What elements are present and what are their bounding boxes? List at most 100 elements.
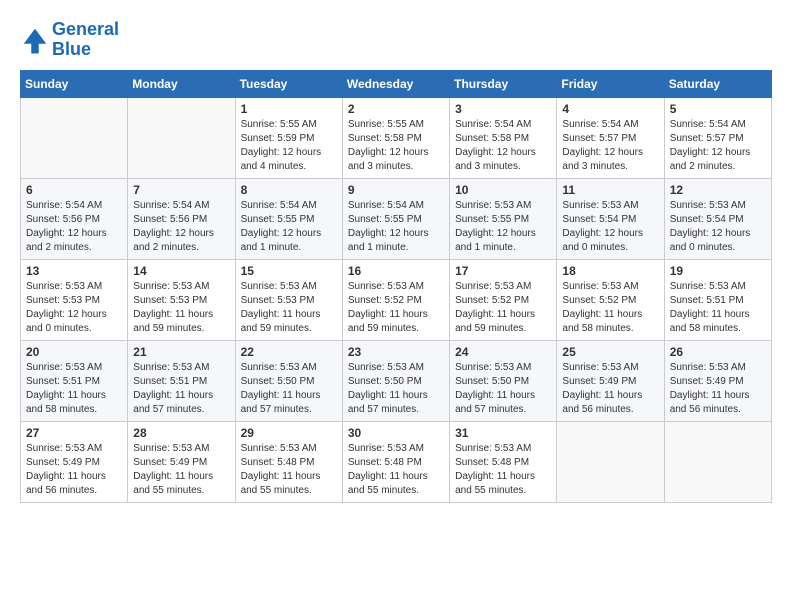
sunrise-text: Sunrise: 5:53 AM (26, 280, 122, 294)
daylight-text: Daylight: 12 hours and 3 minutes. (348, 146, 444, 174)
calendar-cell (664, 421, 771, 502)
cell-content: Sunrise: 5:55 AM Sunset: 5:58 PM Dayligh… (348, 118, 444, 174)
daylight-text: Daylight: 12 hours and 1 minute. (241, 227, 337, 255)
sunset-text: Sunset: 5:54 PM (562, 213, 658, 227)
calendar-cell: 24 Sunrise: 5:53 AM Sunset: 5:50 PM Dayl… (450, 340, 557, 421)
calendar-cell: 9 Sunrise: 5:54 AM Sunset: 5:55 PM Dayli… (342, 178, 449, 259)
sunset-text: Sunset: 5:57 PM (562, 132, 658, 146)
sunrise-text: Sunrise: 5:53 AM (241, 280, 337, 294)
daylight-text: Daylight: 11 hours and 59 minutes. (348, 308, 444, 336)
calendar-cell: 20 Sunrise: 5:53 AM Sunset: 5:51 PM Dayl… (21, 340, 128, 421)
day-number: 8 (241, 183, 337, 197)
cell-content: Sunrise: 5:53 AM Sunset: 5:51 PM Dayligh… (670, 280, 766, 336)
calendar-cell: 30 Sunrise: 5:53 AM Sunset: 5:48 PM Dayl… (342, 421, 449, 502)
daylight-text: Daylight: 11 hours and 55 minutes. (241, 470, 337, 498)
sunset-text: Sunset: 5:55 PM (348, 213, 444, 227)
cell-content: Sunrise: 5:53 AM Sunset: 5:50 PM Dayligh… (348, 361, 444, 417)
daylight-text: Daylight: 11 hours and 59 minutes. (133, 308, 229, 336)
daylight-text: Daylight: 11 hours and 58 minutes. (26, 389, 122, 417)
daylight-text: Daylight: 11 hours and 58 minutes. (670, 308, 766, 336)
cell-content: Sunrise: 5:53 AM Sunset: 5:50 PM Dayligh… (241, 361, 337, 417)
cell-content: Sunrise: 5:53 AM Sunset: 5:51 PM Dayligh… (133, 361, 229, 417)
cell-content: Sunrise: 5:53 AM Sunset: 5:49 PM Dayligh… (562, 361, 658, 417)
calendar-cell: 12 Sunrise: 5:53 AM Sunset: 5:54 PM Dayl… (664, 178, 771, 259)
cell-content: Sunrise: 5:53 AM Sunset: 5:52 PM Dayligh… (455, 280, 551, 336)
cell-content: Sunrise: 5:53 AM Sunset: 5:53 PM Dayligh… (133, 280, 229, 336)
daylight-text: Daylight: 12 hours and 0 minutes. (670, 227, 766, 255)
calendar-cell: 1 Sunrise: 5:55 AM Sunset: 5:59 PM Dayli… (235, 97, 342, 178)
day-number: 9 (348, 183, 444, 197)
calendar-cell (128, 97, 235, 178)
cell-content: Sunrise: 5:53 AM Sunset: 5:54 PM Dayligh… (562, 199, 658, 255)
cell-content: Sunrise: 5:53 AM Sunset: 5:49 PM Dayligh… (133, 442, 229, 498)
day-number: 12 (670, 183, 766, 197)
day-number: 13 (26, 264, 122, 278)
sunset-text: Sunset: 5:58 PM (348, 132, 444, 146)
sunrise-text: Sunrise: 5:53 AM (562, 361, 658, 375)
calendar-cell: 7 Sunrise: 5:54 AM Sunset: 5:56 PM Dayli… (128, 178, 235, 259)
sunrise-text: Sunrise: 5:54 AM (133, 199, 229, 213)
cell-content: Sunrise: 5:53 AM Sunset: 5:54 PM Dayligh… (670, 199, 766, 255)
week-row-5: 27 Sunrise: 5:53 AM Sunset: 5:49 PM Dayl… (21, 421, 772, 502)
daylight-text: Daylight: 11 hours and 55 minutes. (455, 470, 551, 498)
day-number: 24 (455, 345, 551, 359)
day-header-sunday: Sunday (21, 70, 128, 97)
week-row-2: 6 Sunrise: 5:54 AM Sunset: 5:56 PM Dayli… (21, 178, 772, 259)
day-number: 11 (562, 183, 658, 197)
calendar-cell: 27 Sunrise: 5:53 AM Sunset: 5:49 PM Dayl… (21, 421, 128, 502)
cell-content: Sunrise: 5:54 AM Sunset: 5:56 PM Dayligh… (26, 199, 122, 255)
calendar-cell: 10 Sunrise: 5:53 AM Sunset: 5:55 PM Dayl… (450, 178, 557, 259)
sunrise-text: Sunrise: 5:54 AM (241, 199, 337, 213)
calendar-cell: 2 Sunrise: 5:55 AM Sunset: 5:58 PM Dayli… (342, 97, 449, 178)
cell-content: Sunrise: 5:54 AM Sunset: 5:56 PM Dayligh… (133, 199, 229, 255)
calendar-cell: 6 Sunrise: 5:54 AM Sunset: 5:56 PM Dayli… (21, 178, 128, 259)
sunrise-text: Sunrise: 5:53 AM (348, 280, 444, 294)
day-number: 6 (26, 183, 122, 197)
cell-content: Sunrise: 5:53 AM Sunset: 5:48 PM Dayligh… (455, 442, 551, 498)
day-number: 22 (241, 345, 337, 359)
day-number: 21 (133, 345, 229, 359)
sunrise-text: Sunrise: 5:53 AM (348, 361, 444, 375)
daylight-text: Daylight: 12 hours and 2 minutes. (26, 227, 122, 255)
calendar-cell: 3 Sunrise: 5:54 AM Sunset: 5:58 PM Dayli… (450, 97, 557, 178)
sunrise-text: Sunrise: 5:53 AM (133, 361, 229, 375)
sunset-text: Sunset: 5:59 PM (241, 132, 337, 146)
cell-content: Sunrise: 5:53 AM Sunset: 5:55 PM Dayligh… (455, 199, 551, 255)
sunrise-text: Sunrise: 5:53 AM (26, 442, 122, 456)
cell-content: Sunrise: 5:53 AM Sunset: 5:48 PM Dayligh… (348, 442, 444, 498)
sunrise-text: Sunrise: 5:53 AM (455, 442, 551, 456)
sunset-text: Sunset: 5:56 PM (26, 213, 122, 227)
sunset-text: Sunset: 5:52 PM (455, 294, 551, 308)
sunset-text: Sunset: 5:50 PM (241, 375, 337, 389)
daylight-text: Daylight: 11 hours and 55 minutes. (133, 470, 229, 498)
calendar-cell (557, 421, 664, 502)
calendar-cell: 31 Sunrise: 5:53 AM Sunset: 5:48 PM Dayl… (450, 421, 557, 502)
day-number: 20 (26, 345, 122, 359)
daylight-text: Daylight: 11 hours and 58 minutes. (562, 308, 658, 336)
cell-content: Sunrise: 5:53 AM Sunset: 5:49 PM Dayligh… (670, 361, 766, 417)
sunrise-text: Sunrise: 5:53 AM (26, 361, 122, 375)
header-row: SundayMondayTuesdayWednesdayThursdayFrid… (21, 70, 772, 97)
sunrise-text: Sunrise: 5:55 AM (241, 118, 337, 132)
day-number: 27 (26, 426, 122, 440)
logo-icon (20, 25, 50, 55)
calendar-cell: 29 Sunrise: 5:53 AM Sunset: 5:48 PM Dayl… (235, 421, 342, 502)
daylight-text: Daylight: 12 hours and 1 minute. (348, 227, 444, 255)
day-header-tuesday: Tuesday (235, 70, 342, 97)
daylight-text: Daylight: 11 hours and 57 minutes. (348, 389, 444, 417)
cell-content: Sunrise: 5:54 AM Sunset: 5:57 PM Dayligh… (670, 118, 766, 174)
calendar-cell: 25 Sunrise: 5:53 AM Sunset: 5:49 PM Dayl… (557, 340, 664, 421)
cell-content: Sunrise: 5:54 AM Sunset: 5:58 PM Dayligh… (455, 118, 551, 174)
sunset-text: Sunset: 5:48 PM (455, 456, 551, 470)
sunrise-text: Sunrise: 5:53 AM (133, 442, 229, 456)
sunrise-text: Sunrise: 5:53 AM (562, 280, 658, 294)
day-number: 26 (670, 345, 766, 359)
sunset-text: Sunset: 5:48 PM (241, 456, 337, 470)
calendar-cell: 19 Sunrise: 5:53 AM Sunset: 5:51 PM Dayl… (664, 259, 771, 340)
cell-content: Sunrise: 5:53 AM Sunset: 5:53 PM Dayligh… (241, 280, 337, 336)
day-number: 10 (455, 183, 551, 197)
daylight-text: Daylight: 11 hours and 56 minutes. (26, 470, 122, 498)
sunset-text: Sunset: 5:55 PM (241, 213, 337, 227)
day-header-wednesday: Wednesday (342, 70, 449, 97)
sunset-text: Sunset: 5:52 PM (348, 294, 444, 308)
